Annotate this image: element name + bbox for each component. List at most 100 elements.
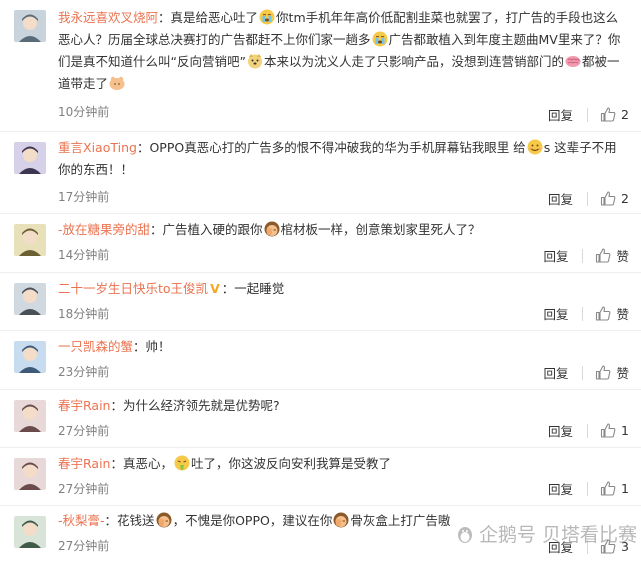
thumb-up-icon: [596, 306, 611, 321]
comment-text: 花钱送: [117, 513, 155, 528]
brain-emoji: [564, 54, 582, 69]
comment-divider: [0, 330, 641, 331]
comment-body: 重言XiaoTing：OPPO真恶心打的广告多的恨不得冲破我的华为手机屏幕钻我眼…: [58, 137, 627, 181]
like-count: 2: [621, 107, 629, 122]
username-link[interactable]: 重言XiaoTing: [58, 140, 137, 155]
comment-body: 我永远喜欢叉烧阿：真是给恶心吐了 你tm手机年年高价低配割韭菜也就罢了，打广告的手…: [58, 7, 627, 95]
username-link[interactable]: 二十一岁生日快乐to王俊凯: [58, 281, 208, 296]
reply-button[interactable]: 回复: [548, 105, 573, 124]
reply-button[interactable]: 回复: [548, 421, 573, 440]
doge-emoji: [246, 54, 264, 69]
comment-divider: [0, 505, 641, 506]
timestamp: 27分钟前: [58, 424, 110, 438]
cry-face-emoji: [371, 31, 389, 47]
like-count: 赞: [616, 366, 629, 381]
username-link[interactable]: 春宇Rain: [58, 456, 110, 471]
colon-separator: ：: [110, 456, 123, 471]
thumb-up-icon: [600, 191, 616, 206]
avatar[interactable]: [14, 400, 46, 432]
comment-actions: 回复 赞: [543, 304, 629, 323]
reply-button[interactable]: 回复: [543, 246, 568, 265]
comment-actions: 回复 2: [548, 105, 629, 124]
action-divider: [582, 306, 584, 321]
colon-separator: ：: [150, 222, 163, 237]
comment-divider: [0, 447, 641, 448]
reply-button[interactable]: 回复: [548, 189, 573, 208]
like-count: 赞: [616, 249, 629, 264]
bow-emoji: [108, 76, 126, 91]
comment-text: OPPO真恶心打的广告多的恨不得冲破我的华为手机屏幕钻我眼里 给: [149, 140, 526, 155]
like-count: 1: [621, 481, 629, 496]
avatar[interactable]: [14, 341, 46, 373]
like-button[interactable]: 1: [600, 481, 629, 496]
timestamp: 10分钟前: [58, 105, 110, 119]
reply-button[interactable]: 回复: [543, 363, 568, 382]
penguin-icon: [457, 526, 472, 543]
action-divider: [582, 248, 584, 263]
timestamp: 23分钟前: [58, 365, 110, 379]
like-button[interactable]: 赞: [595, 246, 629, 265]
like-button[interactable]: 赞: [595, 363, 629, 382]
comment-body: 一只凯森的蟹：帅！: [58, 336, 627, 358]
username-link[interactable]: 我永远喜欢叉烧阿: [58, 10, 158, 25]
comment-body: 春宇Rain：为什么经济领先就是优势呢?: [58, 395, 627, 417]
timestamp: 14分钟前: [58, 248, 110, 262]
like-button[interactable]: 赞: [595, 304, 629, 323]
like-button[interactable]: 1: [600, 423, 629, 438]
thumb-up-icon: [600, 107, 616, 122]
vomit-emoji: [173, 455, 191, 471]
comment-text: 真是给恶心吐了: [170, 10, 259, 25]
timestamp: 17分钟前: [58, 190, 110, 204]
comment-divider: [0, 131, 641, 132]
like-button[interactable]: 2: [600, 191, 629, 206]
comment-actions: 回复 赞: [543, 363, 629, 382]
avatar[interactable]: [14, 142, 46, 174]
comment-text: 骨灰盒上打广告嗷: [350, 513, 451, 528]
action-divider: [587, 191, 589, 206]
comment-actions: 回复 赞: [543, 246, 629, 265]
like-count: 2: [621, 191, 629, 206]
comment-actions: 回复 1: [548, 479, 629, 498]
comment-text: 吐了，你这波反向安利我算是受教了: [191, 456, 392, 471]
username-link[interactable]: 春宇Rain: [58, 398, 110, 413]
watermark-text: 企鹅号 贝塔看比赛: [478, 524, 637, 546]
timestamp: 27分钟前: [58, 482, 110, 496]
avatar[interactable]: [14, 458, 46, 490]
comment-text: 本来以为沈义人走了只影响产品，没想到连营销部门的: [263, 54, 564, 69]
like-count: 1: [621, 423, 629, 438]
comment-divider: [0, 272, 641, 273]
colon-separator: ：: [221, 281, 235, 296]
comment-actions: 回复 2: [548, 189, 629, 208]
comment-body: 二十一岁生日快乐to王俊凯 V ：一起睡觉: [58, 278, 627, 300]
comment-body: 春宇Rain：真恶心， 吐了，你这波反向安利我算是受教了: [58, 453, 627, 475]
colon-separator: ：: [136, 140, 150, 155]
comment-text: 真恶心，: [122, 456, 173, 471]
avatar[interactable]: [14, 224, 46, 256]
avatar[interactable]: [14, 283, 46, 315]
username-link[interactable]: -放在糖果旁的甜: [58, 222, 150, 237]
username-link[interactable]: -秋梨膏-: [58, 513, 105, 528]
reply-button[interactable]: 回复: [548, 479, 573, 498]
colon-separator: ：: [104, 513, 118, 528]
like-button[interactable]: 2: [600, 107, 629, 122]
action-divider: [587, 107, 589, 122]
timestamp: 27分钟前: [58, 539, 110, 553]
comment-text: 帅！: [145, 339, 171, 354]
thumb-up-icon: [596, 365, 611, 380]
colon-separator: ：: [133, 339, 146, 354]
thumb-up-icon: [596, 248, 611, 263]
timestamp: 18分钟前: [58, 307, 110, 321]
thumb-up-icon: [600, 423, 616, 438]
face-palm-emoji: [332, 512, 350, 528]
action-divider: [587, 481, 589, 496]
cry-face-emoji: [258, 9, 276, 25]
avatar[interactable]: [14, 10, 46, 42]
colon-separator: ：: [158, 10, 171, 25]
username-link[interactable]: 一只凯森的蟹: [58, 339, 133, 354]
comment-text: ，不愧是你OPPO，建议在你: [172, 513, 333, 528]
colon-separator: ：: [110, 398, 123, 413]
reply-button[interactable]: 回复: [543, 304, 568, 323]
comment-actions: 回复 1: [548, 421, 629, 440]
thumb-up-icon: [600, 481, 616, 496]
avatar[interactable]: [14, 516, 46, 548]
